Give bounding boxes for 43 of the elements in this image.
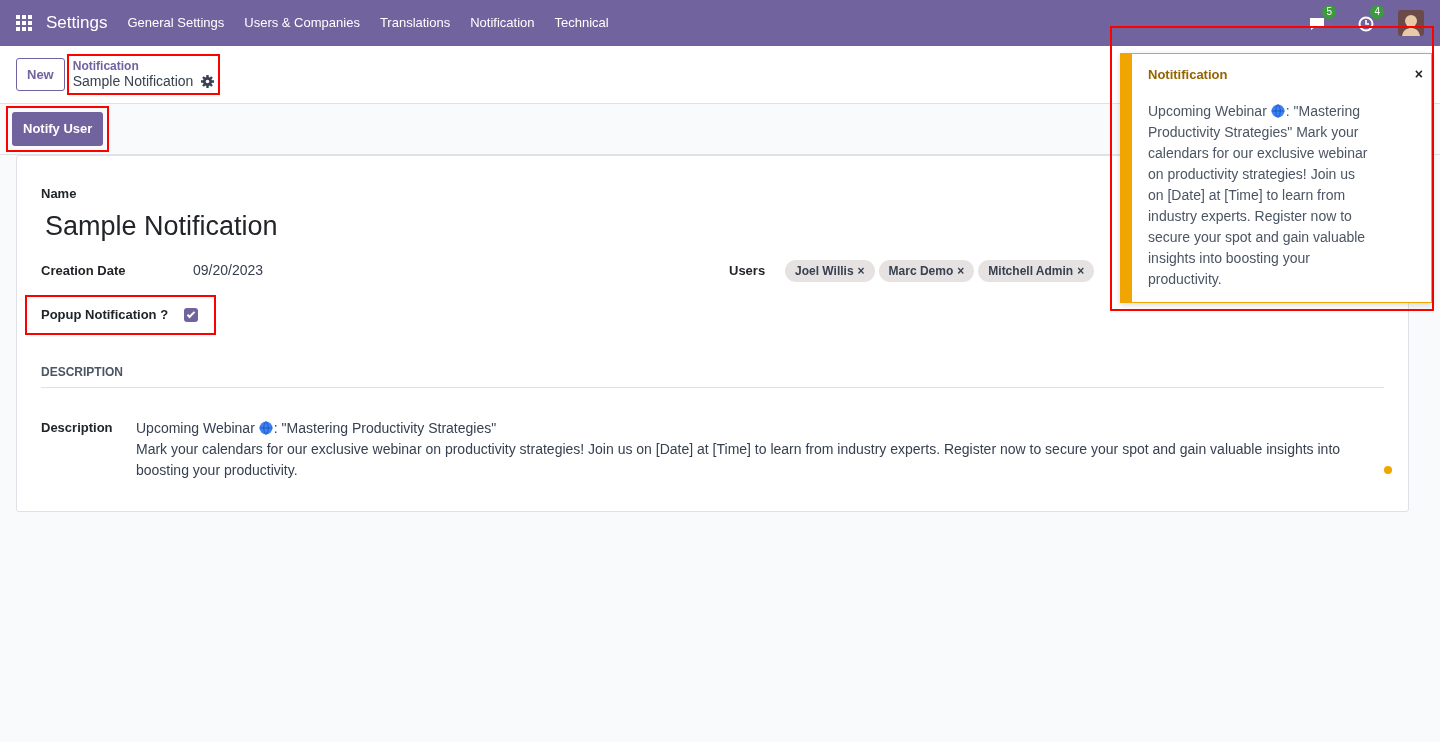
remove-tag-button[interactable]: × xyxy=(1077,262,1085,280)
description-text: Upcoming Webinar xyxy=(136,419,255,436)
menu-item[interactable]: Users & Companies xyxy=(234,13,370,33)
avatar-icon[interactable] xyxy=(1398,10,1424,36)
menu-item[interactable]: Translations xyxy=(369,13,461,33)
notify-user-button[interactable]: Notify User xyxy=(12,112,104,146)
field-label: Creation Date xyxy=(41,261,127,280)
field-label: Description xyxy=(41,418,114,437)
description-text: : "Mastering Productivity Strategies" xyxy=(273,419,497,436)
menu-item[interactable]: Notification xyxy=(460,13,545,33)
menu-item[interactable]: General Settings xyxy=(117,13,235,33)
section-title: DESCRIPTION xyxy=(41,362,1384,388)
remove-tag-button[interactable]: × xyxy=(957,262,965,280)
message-count-badge: 5 xyxy=(1322,4,1336,19)
field-label: Popup Notification ? xyxy=(41,306,169,324)
settings-icon[interactable] xyxy=(201,74,215,88)
app-title[interactable]: Settings xyxy=(42,10,118,36)
toast-message: Productivity Strategies" Mark your calendars for our exclusive webinar on productivity strategies! Join us on [Date] at [Time] to learn from industry experts. Register now to secure your spot and gain valuable insights into boosting your productivity. xyxy=(1148,123,1369,289)
chat-icon xyxy=(1308,15,1326,32)
record-title: Sample Notification xyxy=(72,72,194,90)
toast-message: : "Mastering xyxy=(1285,103,1360,119)
new-button[interactable]: New xyxy=(16,57,65,92)
globe-icon xyxy=(258,420,273,435)
name-field[interactable]: Sample Notification xyxy=(45,205,278,246)
user-name: Marc Demo xyxy=(888,263,954,280)
breadcrumb-link[interactable]: Notification xyxy=(72,59,215,73)
clock-icon xyxy=(1358,15,1374,32)
menu-item[interactable]: Technical xyxy=(544,13,619,33)
description-text: Mark your calendars for our exclusive webinar on productivity strategies! Join us on [Date] at [Time] to learn from industry experts. Register now to secure your spot and gain valuable insights into boosting your productivity. xyxy=(136,439,1342,480)
close-button[interactable]: × xyxy=(1414,64,1423,85)
dot-icon xyxy=(1384,465,1392,474)
field-label: Name xyxy=(41,185,77,203)
user-name: Mitchell Admin xyxy=(988,263,1074,280)
user-name: Joel Willis xyxy=(795,263,854,280)
globe-icon xyxy=(1270,104,1285,118)
remove-tag-button[interactable]: × xyxy=(857,262,865,280)
toast-title: Notitification xyxy=(1148,65,1228,84)
toast-message: Upcoming Webinar xyxy=(1148,103,1267,119)
popup-checkbox[interactable] xyxy=(184,307,199,322)
date-field[interactable]: 09/20/2023 xyxy=(193,260,264,281)
field-label: Users xyxy=(729,262,767,281)
activity-count-badge: 4 xyxy=(1370,4,1384,19)
apps-menu-icon[interactable] xyxy=(16,15,32,31)
